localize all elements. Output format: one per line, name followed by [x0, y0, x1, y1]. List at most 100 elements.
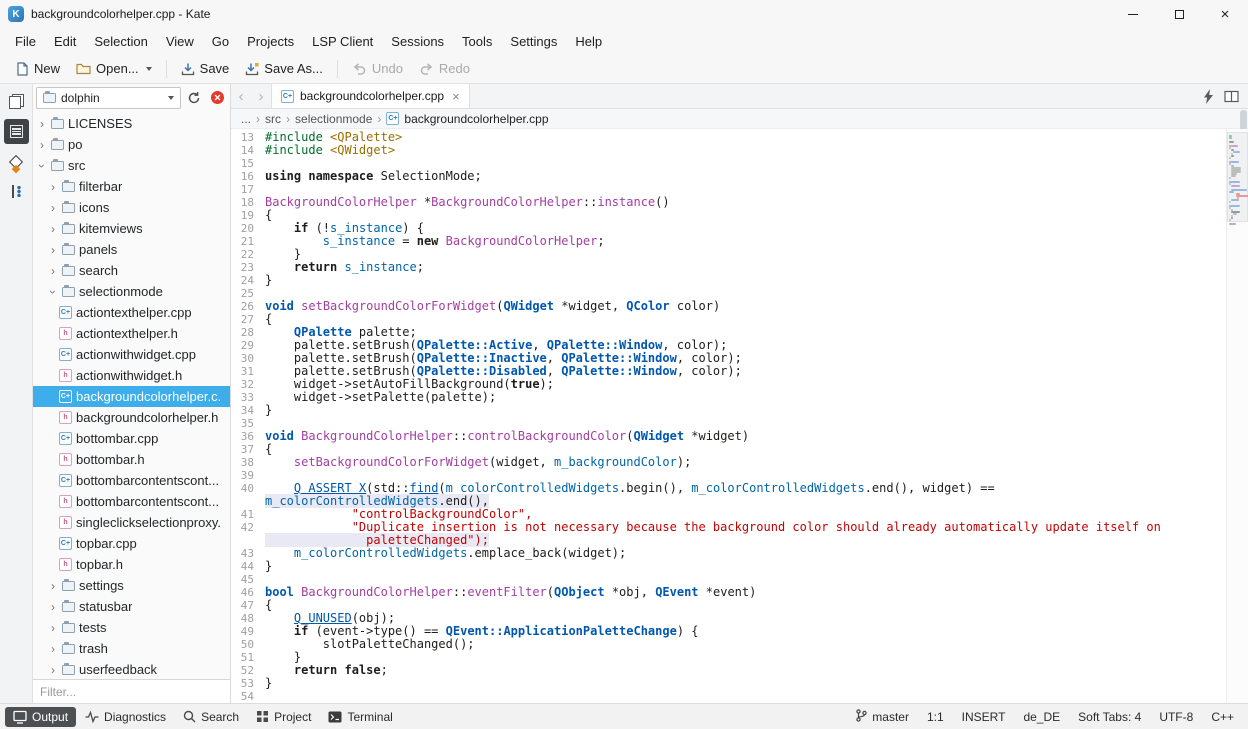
- line-number[interactable]: 33: [231, 391, 265, 404]
- menu-tools[interactable]: Tools: [453, 31, 501, 52]
- save-button[interactable]: Save: [174, 58, 237, 79]
- line-number[interactable]: 53: [231, 677, 265, 690]
- breadcrumb-item[interactable]: selectionmode: [295, 112, 372, 126]
- tree-item-bottombar-h[interactable]: hbottombar.h: [33, 449, 230, 470]
- tree-item-po[interactable]: po: [33, 134, 230, 155]
- line-number[interactable]: 22: [231, 248, 265, 261]
- chevron-right-icon[interactable]: [48, 642, 58, 656]
- line-number[interactable]: 48: [231, 612, 265, 625]
- status-de-de[interactable]: de_DE: [1014, 710, 1069, 724]
- code-line[interactable]: 33 widget->setPalette(palette);: [231, 391, 1226, 404]
- line-number[interactable]: 51: [231, 651, 265, 664]
- line-number[interactable]: 27: [231, 313, 265, 326]
- line-number[interactable]: 25: [231, 287, 265, 300]
- maximize-button[interactable]: [1156, 0, 1202, 28]
- breadcrumb-item[interactable]: backgroundcolorhelper.cpp: [404, 112, 548, 126]
- line-number[interactable]: 42: [231, 521, 265, 534]
- menu-sessions[interactable]: Sessions: [382, 31, 453, 52]
- code-line[interactable]: 34}: [231, 404, 1226, 417]
- tree-item-filterbar[interactable]: filterbar: [33, 176, 230, 197]
- close-project-button[interactable]: [207, 88, 227, 108]
- minimap[interactable]: [1226, 129, 1248, 703]
- code-line[interactable]: 21 s_instance = new BackgroundColorHelpe…: [231, 235, 1226, 248]
- line-number[interactable]: 13: [231, 131, 265, 144]
- line-number[interactable]: 16: [231, 170, 265, 183]
- code-line[interactable]: 26void setBackgroundColorForWidget(QWidg…: [231, 300, 1226, 313]
- line-number[interactable]: 20: [231, 222, 265, 235]
- status-c[interactable]: C++: [1202, 710, 1243, 724]
- code-line[interactable]: 23 return s_instance;: [231, 261, 1226, 274]
- chevron-right-icon[interactable]: [48, 180, 58, 194]
- code-line[interactable]: 24}: [231, 274, 1226, 287]
- sidebar-documents-tool[interactable]: [4, 89, 29, 114]
- chevron-right-icon[interactable]: [37, 117, 47, 131]
- line-number[interactable]: 54: [231, 690, 265, 703]
- save-as-button[interactable]: Save As...: [238, 58, 330, 79]
- line-number[interactable]: 35: [231, 417, 265, 430]
- code-line[interactable]: 50 slotPaletteChanged();: [231, 638, 1226, 651]
- search-toolview-button[interactable]: Search: [175, 707, 247, 727]
- tree-item-topbar-h[interactable]: htopbar.h: [33, 554, 230, 575]
- code-line[interactable]: 38 setBackgroundColorForWidget(widget, m…: [231, 456, 1226, 469]
- tree-item-src[interactable]: src: [33, 155, 230, 176]
- tree-item-topbar-cpp[interactable]: C+topbar.cpp: [33, 533, 230, 554]
- line-number[interactable]: 21: [231, 235, 265, 248]
- open-button[interactable]: Open...: [69, 58, 159, 79]
- chevron-right-icon[interactable]: [48, 243, 58, 257]
- line-number[interactable]: 47: [231, 599, 265, 612]
- code-line[interactable]: 16using namespace SelectionMode;: [231, 170, 1226, 183]
- line-number[interactable]: 29: [231, 339, 265, 352]
- line-number[interactable]: 45: [231, 573, 265, 586]
- line-number[interactable]: 38: [231, 456, 265, 469]
- tab-backgroundcolorhelper[interactable]: C+ backgroundcolorhelper.cpp ×: [271, 84, 470, 108]
- new-button[interactable]: New: [8, 58, 67, 79]
- refresh-button[interactable]: [184, 88, 204, 108]
- tree-item-bottombarcontentscont[interactable]: hbottombarcontentscont...: [33, 491, 230, 512]
- code-line[interactable]: 14#include <QWidget>: [231, 144, 1226, 157]
- line-number[interactable]: 24: [231, 274, 265, 287]
- code-area[interactable]: 13#include <QPalette>14#include <QWidget…: [231, 129, 1248, 703]
- tree-item-licenses[interactable]: LICENSES: [33, 113, 230, 134]
- output-toolview-button[interactable]: Output: [5, 707, 76, 727]
- tree-item-userfeedback[interactable]: userfeedback: [33, 659, 230, 679]
- line-number[interactable]: [231, 534, 265, 547]
- line-number[interactable]: 37: [231, 443, 265, 456]
- project-toolview-button[interactable]: Project: [248, 707, 319, 727]
- tree-item-actionwithwidget-h[interactable]: hactionwithwidget.h: [33, 365, 230, 386]
- tree-item-actiontexthelper-h[interactable]: hactiontexthelper.h: [33, 323, 230, 344]
- line-number[interactable]: 46: [231, 586, 265, 599]
- nav-back-button[interactable]: ‹: [231, 84, 251, 108]
- quick-open-flash-icon[interactable]: [1203, 89, 1214, 104]
- line-number[interactable]: 44: [231, 560, 265, 573]
- code-line[interactable]: 52 return false;: [231, 664, 1226, 677]
- code-line[interactable]: 43 m_colorControlledWidgets.emplace_back…: [231, 547, 1226, 560]
- line-number[interactable]: 41: [231, 508, 265, 521]
- status-master[interactable]: master: [847, 709, 918, 725]
- tree-item-bottombarcontentscont[interactable]: C+bottombarcontentscont...: [33, 470, 230, 491]
- undo-button[interactable]: Undo: [345, 58, 410, 79]
- tree-item-statusbar[interactable]: statusbar: [33, 596, 230, 617]
- minimize-button[interactable]: [1110, 0, 1156, 28]
- line-number[interactable]: 39: [231, 469, 265, 482]
- menu-selection[interactable]: Selection: [85, 31, 156, 52]
- chevron-right-icon[interactable]: [48, 600, 58, 614]
- line-number[interactable]: [231, 495, 265, 508]
- code-line[interactable]: 44}: [231, 560, 1226, 573]
- menu-view[interactable]: View: [157, 31, 203, 52]
- line-number[interactable]: 49: [231, 625, 265, 638]
- breadcrumb-item[interactable]: src: [265, 112, 281, 126]
- status-insert[interactable]: INSERT: [953, 710, 1015, 724]
- line-number[interactable]: 34: [231, 404, 265, 417]
- tree-item-settings[interactable]: settings: [33, 575, 230, 596]
- tree-item-actiontexthelper-cpp[interactable]: C+actiontexthelper.cpp: [33, 302, 230, 323]
- breadcrumb-item[interactable]: ...: [241, 112, 251, 126]
- chevron-right-icon[interactable]: [48, 222, 58, 236]
- tree-item-trash[interactable]: trash: [33, 638, 230, 659]
- menu-settings[interactable]: Settings: [501, 31, 566, 52]
- diagnostics-toolview-button[interactable]: Diagnostics: [77, 707, 174, 727]
- menu-lsp-client[interactable]: LSP Client: [303, 31, 382, 52]
- line-number[interactable]: 28: [231, 326, 265, 339]
- status-soft-tabs-4[interactable]: Soft Tabs: 4: [1069, 710, 1150, 724]
- line-number[interactable]: 43: [231, 547, 265, 560]
- line-number[interactable]: 15: [231, 157, 265, 170]
